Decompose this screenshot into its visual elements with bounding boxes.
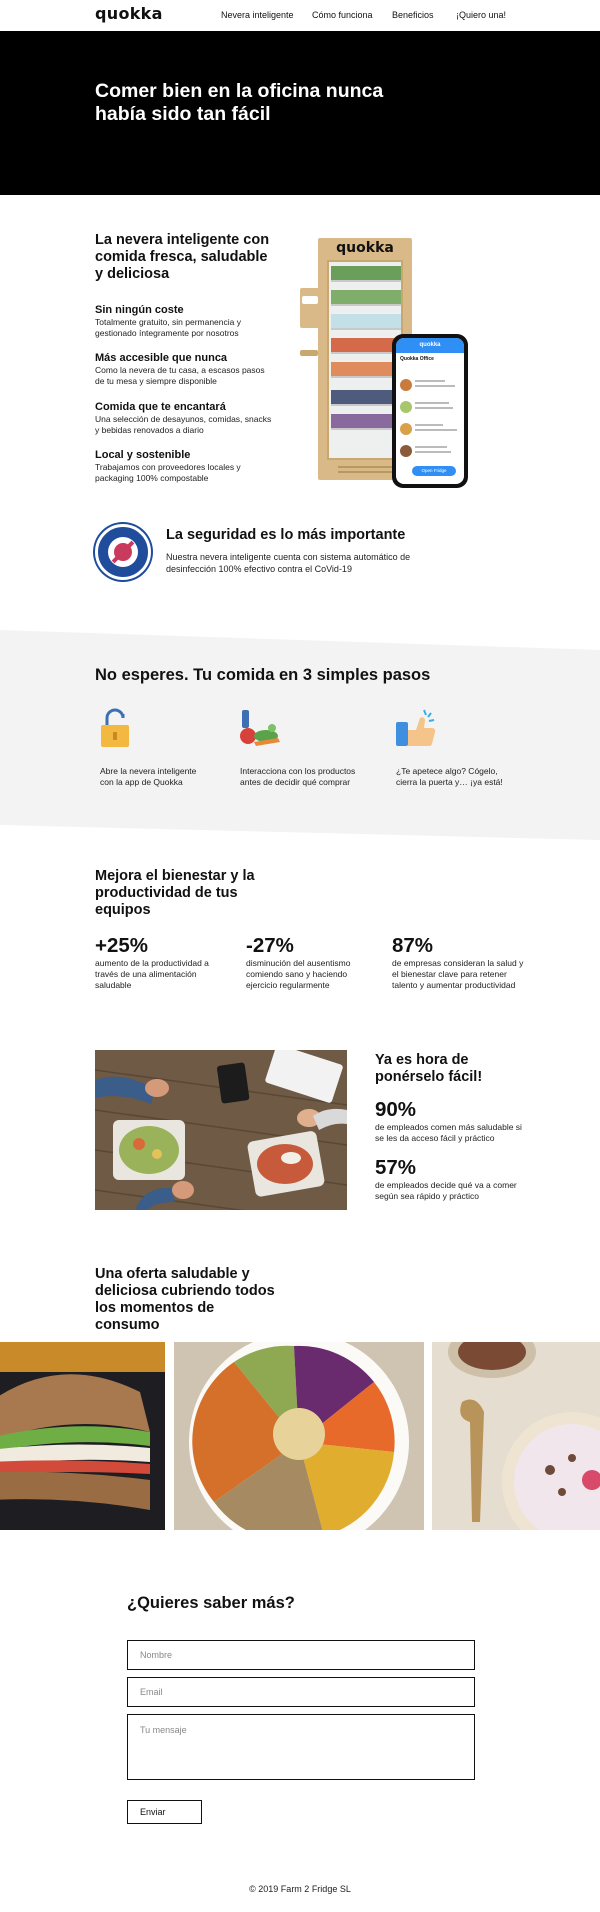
nav-link-beneficios[interactable]: Beneficios (392, 10, 434, 20)
feature-title: Más accesible que nunca (95, 352, 228, 364)
steps-background (0, 630, 600, 840)
safety-title: La seguridad es lo más importante (166, 527, 406, 543)
nav-link-como-funciona[interactable]: Cómo funciona (312, 10, 373, 20)
fridge-shelf (331, 414, 401, 430)
stat-value: 87% (392, 934, 434, 957)
phone-thumbs-up-icon (396, 709, 436, 747)
step-text: Abre la nevera inteligente con la app de… (100, 766, 197, 787)
feature-text: Una selección de desayunos, comidas, sna… (95, 414, 272, 435)
stat-text: de empresas consideran la salud y el bie… (392, 958, 524, 990)
coronavirus-badge-icon (95, 524, 151, 580)
fridge-side-panel-screen (302, 296, 318, 304)
fridge-vent (338, 471, 392, 473)
footer-copyright: © 2019 Farm 2 Fridge SL (249, 1884, 351, 1894)
easy-stat-text: de empleados decide qué va a comer según… (375, 1180, 517, 1201)
fridge-shelf (331, 390, 401, 406)
feature-title: Local y sostenible (95, 449, 191, 461)
feature-title: Sin ningún coste (95, 304, 184, 316)
phone-office-label: Quokka Office (400, 356, 434, 362)
phone-product-row (400, 378, 460, 394)
yogurt-bowl-photo (432, 1342, 600, 1530)
padlock-icon (101, 708, 129, 747)
features-title: La nevera inteligente con comida fresca,… (95, 232, 270, 282)
stat-text: aumento de la productividad a través de … (95, 958, 209, 990)
product-line (415, 380, 445, 382)
stats-title: Mejora el bienestar y la productividad d… (95, 868, 255, 918)
site-header: quokka Nevera inteligente Cómo funciona … (0, 0, 600, 31)
stat-value: -27% (246, 934, 294, 957)
fridge-shelf (331, 314, 401, 330)
email-field[interactable] (127, 1677, 475, 1707)
stat-text: disminución del ausentismo comiendo sano… (246, 958, 351, 990)
feature-text: Trabajamos con proveedores locales y pac… (95, 462, 241, 483)
product-thumb (400, 379, 412, 391)
feature-title: Comida que te encantará (95, 401, 226, 413)
fridge-shelf (331, 362, 401, 378)
fridge-shelf (331, 290, 401, 306)
submit-button[interactable]: Enviar (127, 1800, 202, 1824)
easy-stat-value: 90% (375, 1098, 417, 1121)
product-thumb (400, 401, 412, 413)
office-lunch-photo (95, 1050, 347, 1210)
product-line (415, 429, 457, 431)
step-text: Interacciona con los productos antes de … (240, 766, 356, 787)
product-line (415, 451, 451, 453)
product-line (415, 407, 453, 409)
name-field[interactable] (127, 1640, 475, 1670)
open-fridge-button[interactable]: Open Fridge (412, 466, 456, 476)
fridge-brand: quokka (336, 240, 394, 256)
product-thumb (400, 423, 412, 435)
nav-link-quiero-una[interactable]: ¡Quiero una! (456, 10, 506, 20)
groceries-icon (240, 710, 280, 746)
product-thumb (400, 445, 412, 457)
hero-section: Comer bien en la oficina nunca había sid… (0, 31, 600, 195)
feature-item: Sin ningún coste Totalmente gratuito, si… (95, 304, 275, 339)
contact-form-title: ¿Quieres saber más? (127, 1594, 295, 1612)
logo[interactable]: quokka (95, 4, 163, 23)
badge-inner (108, 537, 138, 567)
offer-title: Una oferta saludable y deliciosa cubrien… (95, 1266, 275, 1333)
product-line (415, 446, 447, 448)
stat-value: +25% (95, 934, 149, 957)
feature-text: Como la nevera de tu casa, a escasos pas… (95, 365, 265, 386)
salad-bowl-photo (174, 1342, 424, 1530)
fridge-side-panel (300, 288, 320, 328)
product-line (415, 385, 455, 387)
message-field[interactable] (127, 1714, 475, 1780)
fridge-shelf (331, 266, 401, 282)
phone-mockup: quokka Quokka Office Open Fridge (392, 334, 468, 488)
fridge-side-shelf (300, 350, 318, 356)
feature-item: Más accesible que nunca Como la nevera d… (95, 352, 275, 387)
hero-title: Comer bien en la oficina nunca había sid… (95, 80, 384, 125)
feature-item: Comida que te encantará Una selección de… (95, 401, 275, 436)
phone-product-row (400, 422, 460, 438)
fridge-vent (338, 466, 392, 468)
easy-title: Ya es hora de ponérselo fácil! (375, 1052, 483, 1085)
feature-item: Local y sostenible Trabajamos con provee… (95, 449, 275, 484)
step-text: ¿Te apetece algo? Cógelo, cierra la puer… (396, 766, 503, 787)
phone-product-row (400, 444, 460, 460)
product-line (415, 402, 449, 404)
fridge-shelf (331, 338, 401, 354)
product-line (415, 424, 443, 426)
feature-text: Totalmente gratuito, sin permanencia y g… (95, 317, 241, 338)
phone-screen: quokka Quokka Office Open Fridge (396, 338, 464, 484)
easy-stat-text: de empleados comen más saludable si se l… (375, 1122, 522, 1143)
steps-title: No esperes. Tu comida en 3 simples pasos (95, 666, 431, 684)
easy-stat-value: 57% (375, 1156, 417, 1179)
phone-app-bar: quokka (396, 338, 464, 353)
nav-link-nevera[interactable]: Nevera inteligente (221, 10, 294, 20)
phone-product-row (400, 400, 460, 416)
safety-text: Nuestra nevera inteligente cuenta con si… (166, 552, 411, 574)
sandwich-photo (0, 1342, 165, 1530)
